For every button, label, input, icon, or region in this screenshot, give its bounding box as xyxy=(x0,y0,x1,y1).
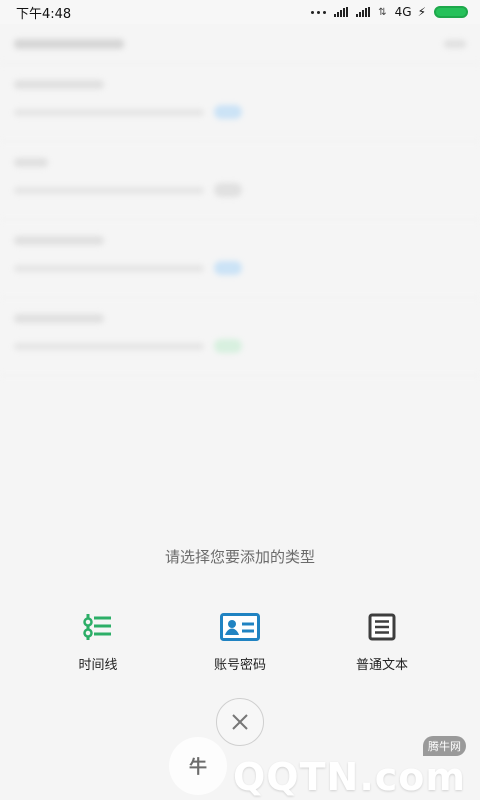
account-password-option[interactable]: 账号密码 xyxy=(187,610,293,673)
battery-icon xyxy=(434,6,468,18)
status-icons: ⇅ 4G ⚡ xyxy=(311,5,468,19)
background-header xyxy=(0,24,480,64)
sheet-title: 请选择您要添加的类型 xyxy=(164,548,315,566)
cell-signal-icon xyxy=(356,7,371,17)
close-button[interactable] xyxy=(216,698,264,746)
signal-dots-icon xyxy=(311,10,327,14)
status-time: 下午4:48 xyxy=(16,6,72,22)
charging-bolt-icon: ⚡ xyxy=(417,5,426,19)
timeline-option[interactable]: 时间线 xyxy=(45,610,151,673)
plain-text-option[interactable]: 普通文本 xyxy=(329,610,435,673)
network-type: 4G xyxy=(394,5,412,19)
cell-signal-icon xyxy=(334,7,349,17)
background-list-item xyxy=(0,142,480,220)
timeline-icon xyxy=(82,610,114,644)
plain-text-label: 普通文本 xyxy=(355,658,408,673)
document-icon xyxy=(368,610,396,644)
background-content xyxy=(0,24,480,494)
close-icon xyxy=(232,714,248,730)
background-list-item xyxy=(0,298,480,376)
timeline-label: 时间线 xyxy=(78,658,118,673)
account-card-icon xyxy=(220,610,260,644)
background-list-item xyxy=(0,64,480,142)
type-options: 时间线 账号密码 普通文本 xyxy=(0,610,480,673)
add-type-sheet: 请选择您要添加的类型 时间线 账号密码 普通文本 xyxy=(0,494,480,800)
status-bar: 下午4:48 ⇅ 4G ⚡ xyxy=(0,0,480,24)
account-password-label: 账号密码 xyxy=(213,658,266,673)
data-arrows-icon: ⇅ xyxy=(378,6,387,18)
background-list-item xyxy=(0,220,480,298)
